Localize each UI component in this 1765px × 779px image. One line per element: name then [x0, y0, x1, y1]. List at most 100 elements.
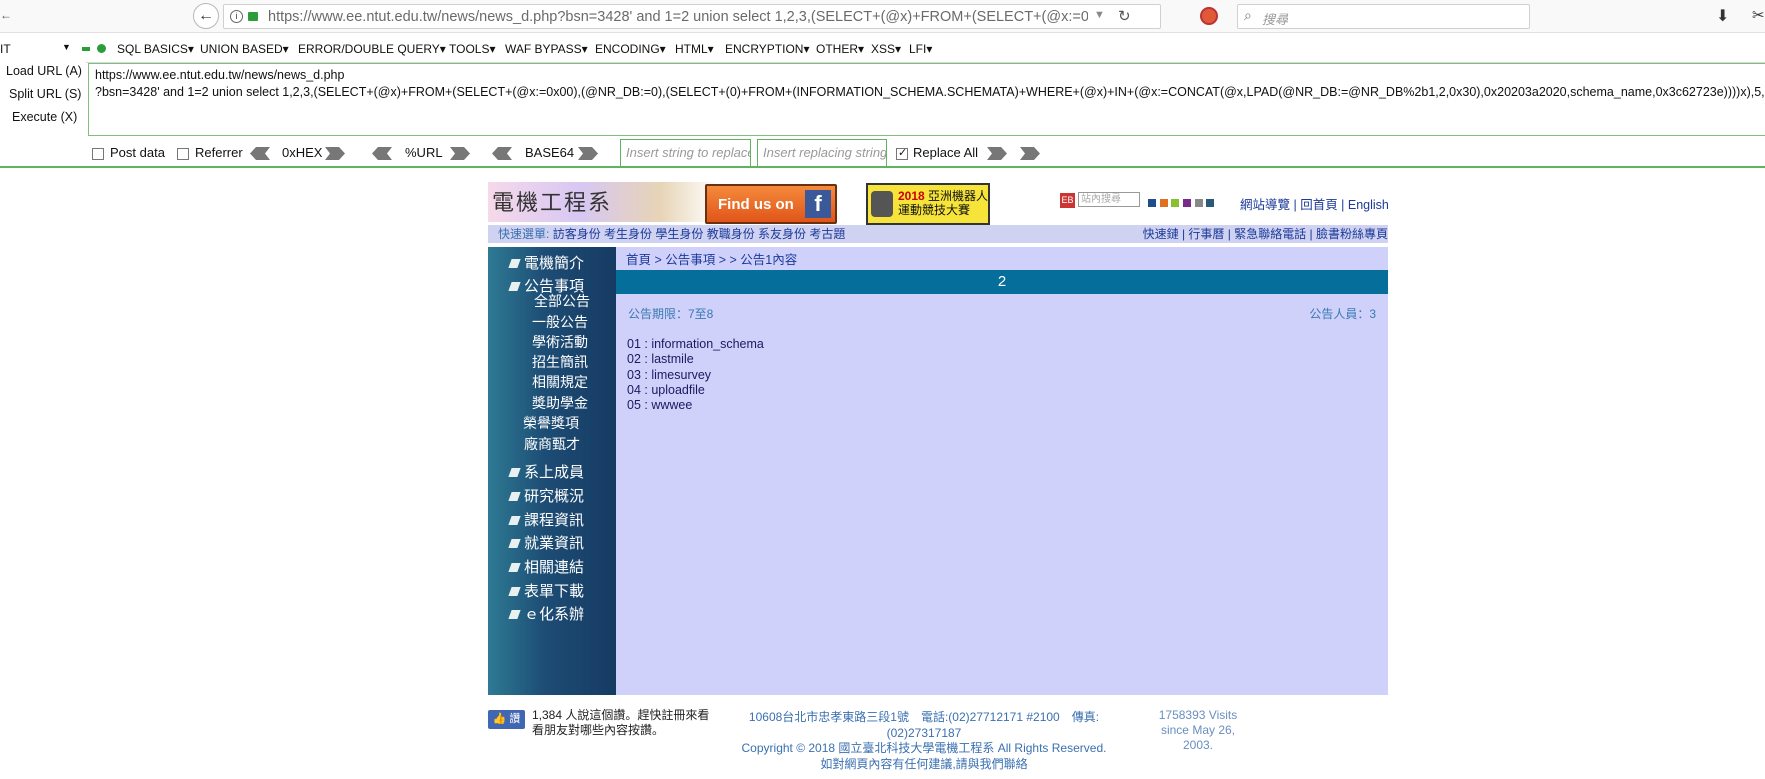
url-encode-icon[interactable]: [450, 147, 470, 160]
facebook-icon: f: [805, 190, 831, 218]
quick-nav-bar: 快速選單: 訪客身份 考生身份 學生身份 教職身份 系友身份 考古題 快速鏈 |…: [488, 225, 1388, 243]
sidebar-item-eoffice[interactable]: ｅ化系辦: [508, 603, 584, 624]
site-sidebar: 電機簡介 公告事項 全部公告 一般公告 學術活動 招生簡訊 相關規定 獎助學金 …: [488, 247, 616, 695]
tools-icon[interactable]: ✂: [1752, 6, 1765, 24]
menu-lfi[interactable]: LFI▾: [909, 42, 932, 56]
partial-icon: ←: [0, 8, 12, 22]
url-label: %URL: [405, 145, 443, 160]
color-theme-swatches[interactable]: [1148, 195, 1215, 210]
post-data-checkbox[interactable]: [92, 148, 104, 160]
menu-encryption[interactable]: ENCRYPTION▾: [725, 42, 809, 56]
selector-arrow-icon[interactable]: ▼: [62, 42, 71, 52]
download-icon[interactable]: ⬇: [1716, 6, 1729, 26]
quick-menu-links[interactable]: 訪客身份 考生身份 學生身份 教職身份 系友身份 考古題: [553, 227, 846, 241]
menu-union-based[interactable]: UNION BASED▾: [200, 42, 289, 56]
menu-other[interactable]: OTHER▾: [816, 42, 864, 56]
menu-sql-basics[interactable]: SQL BASICS▾: [117, 42, 194, 56]
swatch-teal-icon[interactable]: [1206, 199, 1215, 207]
minus-icon[interactable]: [82, 47, 90, 51]
hex-label: 0xHEX: [282, 145, 323, 160]
replace-next-icon[interactable]: [1020, 147, 1040, 160]
menu-xss[interactable]: XSS▾: [871, 42, 901, 56]
department-logo[interactable]: 電機工程系: [488, 182, 718, 222]
bullet-icon: [508, 563, 521, 572]
quick-links-right[interactable]: 快速鏈 | 行事曆 | 緊急聯絡電話 | 臉書粉絲專頁: [1143, 225, 1388, 243]
sidebar-sub-general[interactable]: 一般公告: [532, 312, 588, 332]
sidebar-sub-honors[interactable]: 榮譽獎項: [523, 413, 579, 433]
plus-icon[interactable]: [97, 44, 106, 53]
swatch-gray-icon[interactable]: [1194, 199, 1203, 207]
breadcrumb[interactable]: 首頁 > 公告事項 > > 公告1內容: [626, 249, 797, 268]
find-us-text: Find us on: [718, 196, 794, 213]
reload-icon[interactable]: ↻: [1118, 7, 1131, 25]
sidebar-item-intro[interactable]: 電機簡介: [508, 252, 584, 273]
bullet-icon: [508, 468, 521, 477]
sidebar-item-forms[interactable]: 表單下載: [508, 580, 584, 601]
sidebar-item-research[interactable]: 研究概況: [508, 485, 584, 506]
find-us-facebook-banner[interactable]: Find us on f: [705, 184, 837, 224]
bullet-icon: [508, 492, 521, 501]
sidebar-item-links[interactable]: 相關連結: [508, 556, 584, 577]
base64-decode-icon[interactable]: [492, 147, 512, 160]
site-search-input[interactable]: 站內搜尋: [1078, 192, 1140, 207]
back-button[interactable]: ←: [193, 3, 219, 29]
list-item: 01 : information_schema: [627, 337, 764, 351]
feedback-link[interactable]: 如對網頁內容有任何建議,請與我們聯絡: [724, 757, 1124, 773]
hackbar-url-textarea[interactable]: https://www.ee.ntut.edu.tw/news/news_d.p…: [88, 63, 1765, 136]
insert-replacing-input[interactable]: Insert replacing string: [757, 139, 887, 167]
list-item: 03 : limesurvey: [627, 367, 712, 382]
replace-all-checkbox[interactable]: ✓: [896, 147, 908, 160]
search-placeholder: 搜尋: [1262, 12, 1289, 27]
menu-encoding[interactable]: ENCODING▾: [595, 42, 666, 56]
robot-competition-banner[interactable]: 2018 亞洲機器人 運動競技大賽: [866, 183, 990, 225]
menu-error-double-query[interactable]: ERROR/DOUBLE QUERY▾: [298, 42, 446, 56]
referrer-checkbox[interactable]: [177, 148, 189, 160]
sidebar-sub-rules[interactable]: 相關規定: [532, 372, 588, 392]
url-line-1: https://www.ee.ntut.edu.tw/news/news_d.p…: [95, 68, 345, 82]
sidebar-sub-admission[interactable]: 招生簡訊: [532, 352, 588, 372]
main-content: 首頁 > 公告事項 > > 公告1內容 2 公告期限：7至8 公告人員：3 01…: [616, 247, 1388, 695]
sidebar-sub-scholarship[interactable]: 獎助學金: [532, 393, 588, 413]
url-decode-icon[interactable]: [372, 147, 392, 160]
announcement-publisher: 公告人員：3: [1309, 307, 1376, 321]
base64-encode-icon[interactable]: [578, 147, 598, 160]
hackbar-selector[interactable]: IT: [0, 42, 11, 56]
swatch-blue-icon[interactable]: [1148, 199, 1156, 207]
swatch-orange-icon[interactable]: [1159, 199, 1168, 207]
sidebar-item-courses[interactable]: 課程資訊: [508, 509, 584, 530]
visit-count: 1758393 Visits: [1158, 708, 1238, 722]
menu-waf-bypass[interactable]: WAF BYPASS▾: [505, 42, 588, 56]
copyright-line: Copyright © 2018 國立臺北科技大學電機工程系 All Right…: [741, 741, 1107, 755]
check-icon: ✓: [898, 147, 908, 159]
split-url-button[interactable]: Split URL (S): [9, 87, 81, 101]
top-links[interactable]: 網站導覽 | 回首頁 | English: [1240, 194, 1389, 213]
sidebar-item-members[interactable]: 系上成員: [508, 461, 584, 482]
sidebar-sub-recruit[interactable]: 廠商甄才: [524, 434, 580, 454]
sidebar-sub-all[interactable]: 全部公告: [534, 291, 590, 311]
swatch-purple-icon[interactable]: [1182, 199, 1191, 207]
sidebar-item-jobs[interactable]: 就業資訊: [508, 532, 584, 553]
hex-decode-icon[interactable]: [250, 147, 270, 160]
robot-icon: [871, 191, 893, 217]
load-url-button[interactable]: Load URL (A): [6, 64, 82, 78]
info-icon[interactable]: i: [230, 10, 243, 23]
robot-banner-text: 2018 亞洲機器人 運動競技大賽: [898, 189, 989, 217]
thumbs-up-icon: 👍: [492, 713, 507, 725]
dropdown-icon[interactable]: ▼: [1094, 9, 1105, 21]
address-bar[interactable]: i https://www.ee.ntut.edu.tw/news/news_d…: [223, 4, 1161, 29]
menu-html[interactable]: HTML▾: [675, 42, 714, 56]
replace-icon[interactable]: [987, 147, 1007, 160]
addon-blocker-icon[interactable]: [1200, 7, 1218, 25]
facebook-like-button[interactable]: 👍 讚: [488, 710, 525, 729]
execute-button[interactable]: Execute (X): [12, 110, 77, 124]
sidebar-sub-academic[interactable]: 學術活動: [532, 332, 588, 352]
insert-string-input[interactable]: Insert string to replace: [620, 139, 751, 167]
menu-tools[interactable]: TOOLS▾: [449, 42, 495, 56]
search-box[interactable]: ⌕ 搜尋: [1237, 4, 1530, 29]
hex-encode-icon[interactable]: [325, 147, 345, 160]
url-text[interactable]: https://www.ee.ntut.edu.tw/news/news_d.p…: [268, 5, 1088, 29]
bullet-icon: [508, 610, 521, 619]
swatch-green-icon[interactable]: [1171, 199, 1180, 207]
footer-address: 10608台北市忠孝東路三段1號 電話:(02)27712171 #2100 傳…: [724, 710, 1124, 772]
bullet-icon: [508, 282, 521, 291]
